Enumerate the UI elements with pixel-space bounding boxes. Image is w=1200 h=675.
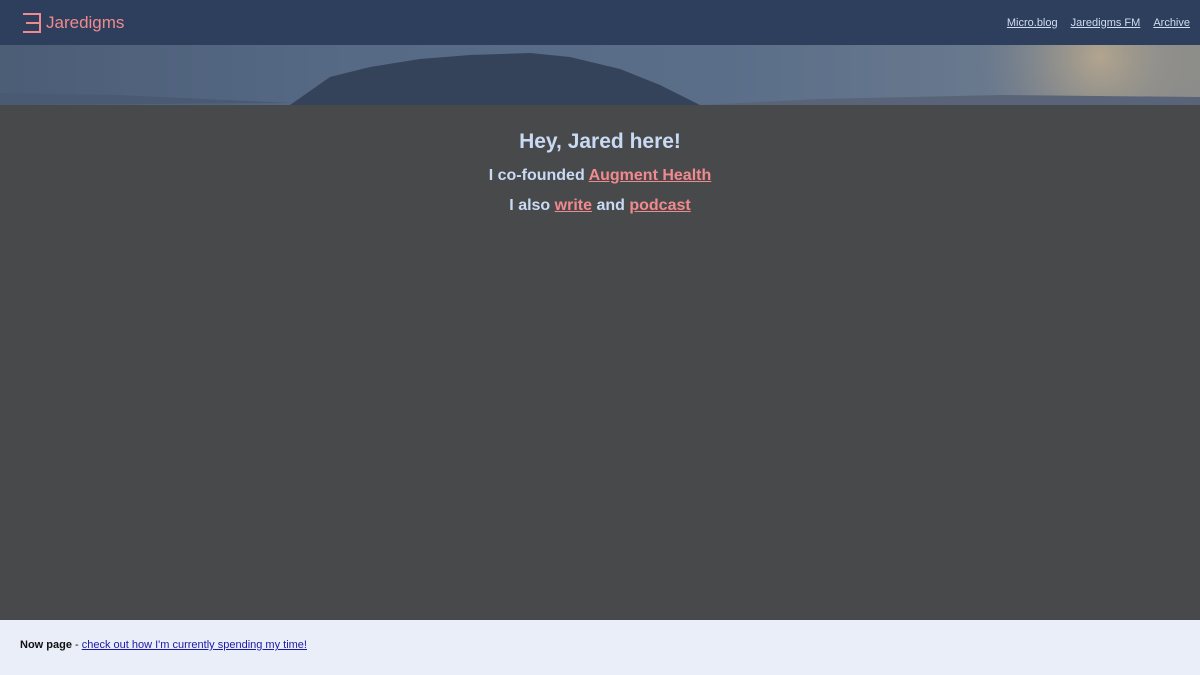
also-line: I also write and podcast — [0, 196, 1200, 216]
nav-link-archive[interactable]: Archive — [1153, 17, 1190, 29]
nav-link-jaredigms-fm[interactable]: Jaredigms FM — [1071, 17, 1141, 29]
cofounded-prefix: I co-founded — [488, 167, 589, 184]
top-navbar: Jaredigms Micro.blog Jaredigms FM Archiv… — [0, 0, 1200, 45]
brand-home-link[interactable]: Jaredigms — [22, 12, 124, 34]
nav-link-microblog[interactable]: Micro.blog — [1007, 17, 1058, 29]
footer-now-banner: Now page - check out how I'm currently s… — [0, 620, 1200, 675]
brand-name: Jaredigms — [46, 13, 125, 32]
hero-landscape-image — [0, 45, 1200, 105]
podcast-link[interactable]: podcast — [629, 197, 690, 214]
main-nav: Micro.blog Jaredigms FM Archive — [1007, 17, 1190, 29]
mountain-landscape-icon — [0, 45, 1200, 105]
intro-section: Hey, Jared here! I co-founded Augment He… — [0, 128, 1200, 216]
now-page-link[interactable]: check out how I'm currently spending my … — [82, 639, 307, 651]
write-link[interactable]: write — [555, 197, 592, 214]
brand-logo-icon — [23, 12, 41, 33]
and-text: and — [592, 197, 630, 214]
greeting-heading: Hey, Jared here! — [519, 130, 681, 153]
augment-health-link[interactable]: Augment Health — [589, 167, 712, 184]
cofounded-line: I co-founded Augment Health — [0, 166, 1200, 186]
also-prefix: I also — [509, 197, 555, 214]
footer-separator: - — [71, 639, 82, 651]
now-page-label: Now page — [20, 639, 72, 651]
